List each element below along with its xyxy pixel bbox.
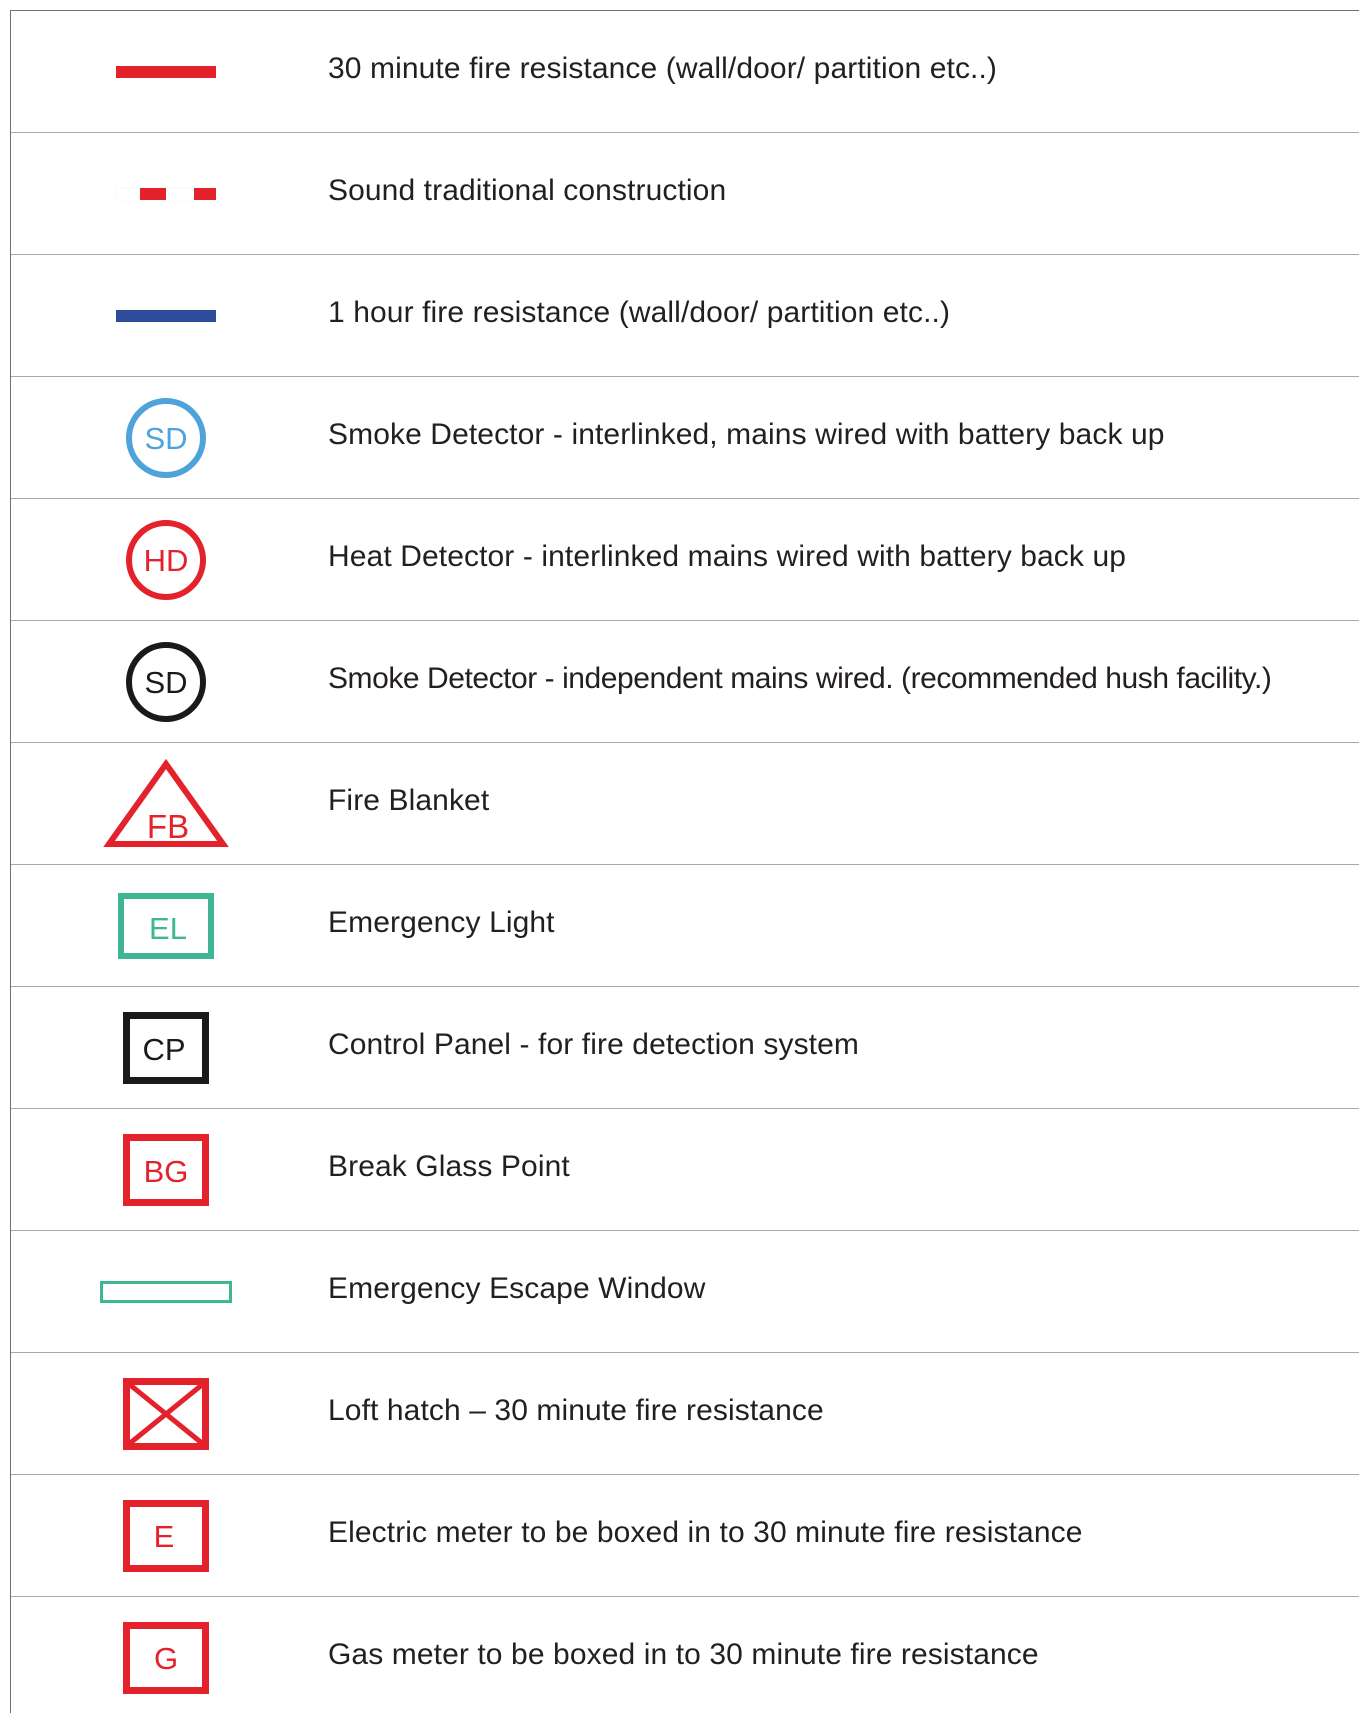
legend-row-30min-fire-resistance: 30 minute fire resistance (wall/door/ pa… [11, 11, 1359, 133]
legend-label: 30 minute fire resistance (wall/door/ pa… [328, 52, 998, 85]
legend-row-electric-meter: E Electric meter to be boxed in to 30 mi… [11, 1475, 1359, 1597]
red-dashed-line-icon [71, 133, 261, 255]
black-circle-icon: SD [71, 621, 261, 743]
symbol-code: SD [144, 665, 187, 700]
legend-label: Smoke Detector - interlinked, mains wire… [328, 418, 1165, 451]
legend-label: Smoke Detector - independent mains wired… [328, 662, 1272, 695]
legend-label: Fire Blanket [328, 784, 490, 817]
symbol-code: HD [144, 543, 189, 578]
fire-safety-legend: 30 minute fire resistance (wall/door/ pa… [10, 10, 1359, 1713]
legend-row-smoke-detector-interlinked: SD Smoke Detector - interlinked, mains w… [11, 377, 1359, 499]
red-triangle-icon: FB [71, 743, 261, 865]
legend-label: Emergency Light [328, 906, 555, 939]
legend-row-emergency-light: EL Emergency Light [11, 865, 1359, 987]
legend-row-heat-detector: HD Heat Detector - interlinked mains wir… [11, 499, 1359, 621]
blue-circle-icon: SD [71, 377, 261, 499]
symbol-code: EL [149, 911, 187, 946]
legend-row-break-glass: BG Break Glass Point [11, 1109, 1359, 1231]
legend-label: 1 hour fire resistance (wall/door/ parti… [328, 296, 951, 329]
legend-label: Gas meter to be boxed in to 30 minute fi… [328, 1638, 1039, 1671]
symbol-code: SD [144, 421, 187, 456]
blue-solid-line-icon [71, 255, 261, 377]
legend-row-escape-window: Emergency Escape Window [11, 1231, 1359, 1353]
red-box-icon: BG [71, 1109, 261, 1231]
symbol-code: CP [142, 1032, 185, 1067]
legend-label: Control Panel - for fire detection syste… [328, 1028, 859, 1061]
legend-label: Heat Detector - interlinked mains wired … [328, 540, 1127, 573]
red-crossed-box-icon [71, 1353, 261, 1475]
black-box-icon: CP [71, 987, 261, 1109]
symbol-code: E [154, 1519, 175, 1554]
legend-label: Emergency Escape Window [328, 1272, 706, 1305]
symbol-code: BG [144, 1154, 189, 1189]
symbol-code: G [154, 1641, 178, 1676]
red-box-icon: G [71, 1597, 261, 1719]
legend-label: Sound traditional construction [328, 174, 727, 207]
legend-label: Break Glass Point [328, 1150, 570, 1183]
legend-label: Loft hatch – 30 minute fire resistance [328, 1394, 824, 1427]
legend-row-sound-construction: Sound traditional construction [11, 133, 1359, 255]
legend-row-control-panel: CP Control Panel - for fire detection sy… [11, 987, 1359, 1109]
legend-row-fire-blanket: FB Fire Blanket [11, 743, 1359, 865]
legend-label: Electric meter to be boxed in to 30 minu… [328, 1516, 1083, 1549]
legend-row-smoke-detector-independent: SD Smoke Detector - independent mains wi… [11, 621, 1359, 743]
red-circle-icon: HD [71, 499, 261, 621]
red-box-icon: E [71, 1475, 261, 1597]
legend-row-loft-hatch: Loft hatch – 30 minute fire resistance [11, 1353, 1359, 1475]
legend-row-1hour-fire-resistance: 1 hour fire resistance (wall/door/ parti… [11, 255, 1359, 377]
red-solid-line-icon [71, 11, 261, 133]
green-box-icon: EL [71, 865, 261, 987]
green-outline-bar-icon [71, 1231, 261, 1353]
symbol-code: FB [147, 808, 189, 845]
legend-row-gas-meter: G Gas meter to be boxed in to 30 minute … [11, 1597, 1359, 1719]
